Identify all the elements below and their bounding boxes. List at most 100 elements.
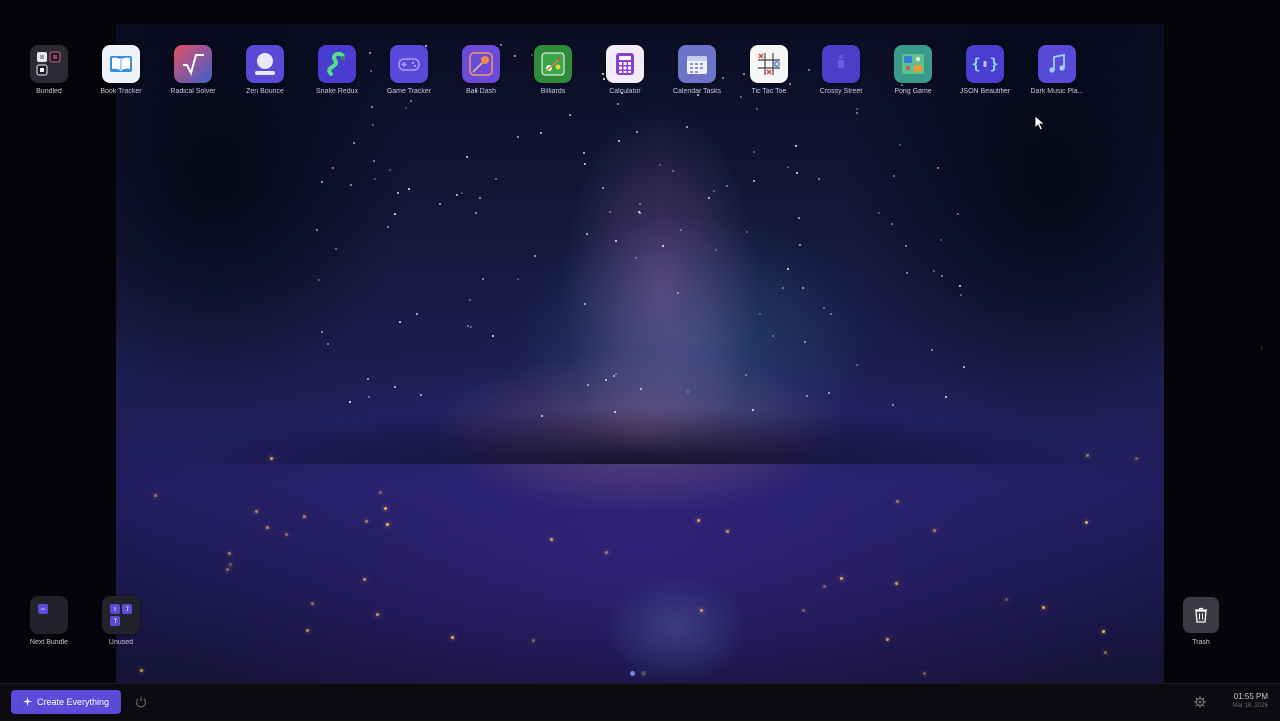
star — [725, 184, 728, 187]
star — [389, 168, 392, 171]
app-bundled[interactable]: Bundled — [13, 45, 85, 101]
star — [583, 152, 586, 155]
firefly — [532, 639, 536, 642]
json-braces-icon: { } — [966, 45, 1004, 83]
firefly — [923, 672, 927, 676]
firefly — [1101, 629, 1105, 633]
star — [659, 163, 661, 166]
star — [615, 240, 618, 243]
app-calculator[interactable]: Calculator — [589, 45, 661, 101]
star — [829, 312, 832, 315]
chevron-right-icon[interactable]: › — [1260, 342, 1263, 353]
app-label: Unused — [108, 639, 134, 646]
star — [396, 192, 399, 195]
power-icon[interactable] — [134, 695, 148, 709]
wallpaper-stream — [556, 544, 796, 683]
star — [890, 222, 893, 225]
app-snake-redux[interactable]: Snake Redux — [301, 45, 373, 101]
star — [587, 383, 590, 386]
star — [787, 165, 790, 168]
app-book-tracker[interactable]: Book Tracker — [85, 45, 157, 101]
star — [752, 179, 755, 182]
star — [707, 196, 710, 199]
star — [877, 211, 880, 214]
create-everything-button[interactable]: Create Everything — [11, 690, 121, 714]
app-label: Calendar Tasks — [672, 88, 722, 95]
star — [676, 291, 679, 294]
app-label: Radical Solver — [170, 88, 216, 95]
star — [635, 131, 638, 134]
firefly — [1104, 650, 1108, 654]
star — [419, 393, 422, 396]
star — [348, 400, 351, 403]
trash[interactable]: Trash — [1165, 597, 1237, 653]
star — [474, 212, 477, 215]
firefly — [376, 612, 380, 616]
clock[interactable]: 01:55 PM Mar 18, 2026 — [1218, 692, 1268, 711]
star — [608, 210, 611, 213]
app-game-tracker[interactable]: Game Tracker — [373, 45, 445, 101]
unused-folder[interactable]: Unused — [85, 596, 157, 652]
firefly — [1004, 597, 1008, 601]
star — [745, 230, 748, 233]
app-label: Snake Redux — [315, 88, 359, 95]
star — [662, 244, 665, 247]
star — [371, 123, 374, 126]
star — [482, 277, 485, 280]
star — [404, 106, 407, 109]
app-icon-row: Bundled Book Tracker Radical Solver Zen … — [13, 45, 1093, 101]
app-label: Calculator — [609, 88, 641, 95]
snake-icon — [318, 45, 356, 83]
mouse-cursor-icon — [1034, 115, 1046, 131]
app-tic-tac-toe[interactable]: Tic Tac Toe — [733, 45, 805, 101]
app-radical-solver[interactable]: Radical Solver — [157, 45, 229, 101]
page-dot[interactable] — [641, 671, 646, 676]
app-dark-music-player[interactable]: Dark Music Pla... — [1021, 45, 1093, 101]
pong-icon — [894, 45, 932, 83]
page-dot-active[interactable] — [630, 671, 635, 676]
app-ball-dash[interactable]: Ball Dash — [445, 45, 517, 101]
star — [827, 391, 830, 394]
star — [639, 212, 642, 215]
firefly — [450, 636, 454, 640]
app-label: Billiards — [540, 88, 566, 95]
star — [586, 233, 589, 236]
next-bundle-folder[interactable]: Next Bundle — [13, 596, 85, 652]
firefly — [378, 490, 382, 494]
book-icon — [102, 45, 140, 83]
star — [478, 196, 481, 199]
app-crossy-street[interactable]: Crossy Street — [805, 45, 877, 101]
app-pong-game[interactable]: Pong Game — [877, 45, 949, 101]
star — [386, 225, 389, 228]
star — [755, 108, 758, 111]
star — [759, 312, 762, 315]
star — [367, 377, 370, 380]
firefly — [697, 518, 701, 522]
app-calendar-tasks[interactable]: Calendar Tasks — [661, 45, 733, 101]
star — [771, 335, 774, 337]
app-label: Zen Bounce — [246, 88, 284, 95]
taskbar: Create Everything 01:55 PM Mar 18, 2026 — [0, 683, 1280, 721]
star — [495, 178, 498, 180]
star — [583, 302, 586, 305]
star — [516, 136, 519, 139]
gear-icon[interactable] — [1193, 695, 1207, 709]
star — [782, 286, 785, 289]
star — [455, 193, 458, 196]
app-billiards[interactable]: Billiards — [517, 45, 589, 101]
wallpaper-night-sky — [116, 24, 1164, 683]
star — [686, 125, 689, 128]
star — [904, 244, 907, 247]
star — [349, 184, 352, 187]
firefly — [801, 608, 805, 612]
app-label: Ball Dash — [466, 88, 496, 95]
app-label: Dark Music Pla... — [1030, 88, 1084, 95]
firefly — [139, 669, 143, 673]
billiards-icon — [534, 45, 572, 83]
tic-tac-toe-icon — [750, 45, 788, 83]
star — [855, 108, 858, 111]
app-zen-bounce[interactable]: Zen Bounce — [229, 45, 301, 101]
app-json-beautifier[interactable]: { } JSON Beautifier — [949, 45, 1021, 101]
star — [601, 187, 604, 190]
star — [616, 103, 619, 106]
